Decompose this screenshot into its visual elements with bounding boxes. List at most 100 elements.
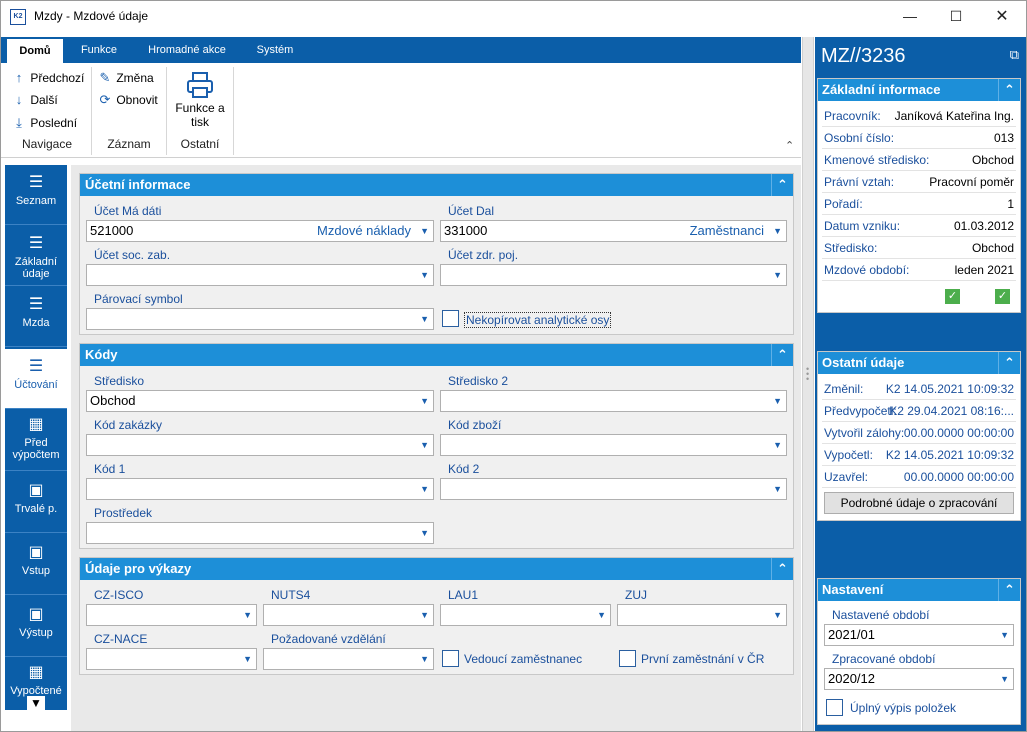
kod2-label: Kód 2 [448,462,480,476]
popout-icon[interactable]: ⧉ [1010,47,1019,63]
vedouci-checkbox[interactable] [442,650,459,667]
tab-funkce[interactable]: Funkce [67,37,131,63]
tab-domu[interactable]: Domů [7,39,63,63]
collapse-icon[interactable]: ⌃ [998,79,1020,101]
processing-details-button[interactable]: Podrobné údaje o zpracování [824,492,1014,514]
dropdown-icon[interactable]: ▼ [420,265,429,285]
refresh-icon: ⟳ [99,92,111,107]
zuj-field[interactable]: ▼ [617,604,787,626]
nav-item-vstup[interactable]: ▣ Vstup [5,535,67,595]
cz-isco-field[interactable]: ▼ [86,604,257,626]
zpracovane-obdobi-field[interactable]: 2020/12 ▼ [824,668,1014,690]
nav-label: Vstup [21,565,51,577]
vzdelani-field[interactable]: ▼ [263,648,434,670]
ucet-dal-field[interactable]: 331000 Zaměstnanci ▼ [440,220,787,242]
info-row: Změnil: K2 14.05.2021 10:09:32 [822,378,1016,400]
uplny-vypis-checkbox[interactable] [826,699,843,716]
nastavene-obdobi-field[interactable]: 2021/01 ▼ [824,624,1014,646]
nav-item-seznam[interactable]: ☰ Seznam [5,165,67,225]
dropdown-icon[interactable]: ▼ [1000,625,1009,645]
arrow-up-icon: ↑ [15,70,23,85]
dropdown-icon[interactable]: ▼ [420,649,429,669]
ucet-dal-value: 331000 [444,223,488,238]
dropdown-icon[interactable]: ▼ [1000,669,1009,689]
dropdown-icon[interactable]: ▼ [420,435,429,455]
stredisko-field[interactable]: Obchod ▼ [86,390,434,412]
stredisko2-field[interactable]: ▼ [440,390,787,412]
dropdown-icon[interactable]: ▼ [773,265,782,285]
nav-item-vystup[interactable]: ▣ Výstup [5,597,67,657]
dropdown-icon[interactable]: ▼ [773,221,782,241]
kod2-field[interactable]: ▼ [440,478,787,500]
dropdown-icon[interactable]: ▼ [773,605,782,625]
dropdown-icon[interactable]: ▼ [420,605,429,625]
maximize-icon[interactable]: ☐ [933,1,979,32]
nav-item-zakladni-udaje[interactable]: ☰ Základní údaje [5,226,67,286]
panel-splitter[interactable]: • • • [802,37,814,731]
kod1-field[interactable]: ▼ [86,478,434,500]
nav-scroll-down-icon[interactable]: ▼ [27,696,45,710]
stredisko-value: Obchod [90,393,136,408]
dropdown-icon[interactable]: ▼ [597,605,606,625]
dropdown-icon[interactable]: ▼ [420,391,429,411]
info-row: Pořadí: 1 [822,193,1016,215]
dropdown-icon[interactable]: ▼ [420,309,429,329]
dropdown-icon[interactable]: ▼ [243,649,252,669]
info-key: Pracovník: [824,109,881,123]
nav-item-trvale-p[interactable]: ▣ Trvalé p. [5,473,67,533]
ucet-zdr-field[interactable]: ▼ [440,264,787,286]
tab-system[interactable]: Systém [243,37,307,63]
splitter-grip-icon: • • • [806,364,810,384]
ucet-ma-dati-field[interactable]: 521000 Mzdové náklady ▼ [86,220,434,242]
last-label: Poslední [30,116,78,130]
nekopirovat-checkbox[interactable] [442,310,459,327]
dropdown-icon[interactable]: ▼ [420,479,429,499]
cz-nace-field[interactable]: ▼ [86,648,257,670]
info-row: Kmenové středisko: Obchod [822,149,1016,171]
refresh-button[interactable]: ⟳ Obnovit [97,90,158,110]
dropdown-icon[interactable]: ▼ [420,221,429,241]
collapse-icon[interactable]: ⌃ [771,344,793,366]
prostredek-field[interactable]: ▼ [86,522,434,544]
lau1-field[interactable]: ▼ [440,604,611,626]
dropdown-icon[interactable]: ▼ [773,391,782,411]
collapse-icon[interactable]: ⌃ [771,174,793,196]
info-row: Osobní číslo: 013 [822,127,1016,149]
ucet-zdr-label: Účet zdr. poj. [448,248,519,262]
prvni-zamestnani-checkbox[interactable] [619,650,636,667]
tab-hromadne-akce[interactable]: Hromadné akce [139,37,235,63]
next-button[interactable]: ↓ Další [11,90,58,110]
collapse-icon[interactable]: ⌃ [998,352,1020,374]
nav-item-uctovani[interactable]: ☰ Účtování [5,349,67,409]
nuts4-field[interactable]: ▼ [263,604,434,626]
kod-zbozi-field[interactable]: ▼ [440,434,787,456]
nav-item-vypoctene[interactable]: ▦ Vypočtené [5,659,67,699]
edit-button[interactable]: ✎ Změna [97,68,154,88]
collapse-icon[interactable]: ⌃ [771,558,793,580]
kod-zakazky-field[interactable]: ▼ [86,434,434,456]
ucet-ma-dati-value: 521000 [90,223,134,238]
previous-button[interactable]: ↑ Předchozí [11,68,85,88]
nav-label-2: údaje [22,268,50,280]
dropdown-icon[interactable]: ▼ [773,479,782,499]
panel-nastaveni: Nastavení ⌃ Nastavené období 2021/01 ▼ Z… [817,578,1021,725]
close-icon[interactable]: ✕ [979,1,1025,32]
ucet-soc-field[interactable]: ▼ [86,264,434,286]
dropdown-icon[interactable]: ▼ [420,523,429,543]
dropdown-icon[interactable]: ▼ [773,435,782,455]
panel-title-text: Základní informace [822,82,941,97]
ribbon-collapse-icon[interactable]: ⌃ [785,139,794,152]
nav-item-mzda[interactable]: ☰ Mzda [5,287,67,347]
collapse-icon[interactable]: ⌃ [998,579,1020,601]
dropdown-icon[interactable]: ▼ [243,605,252,625]
minimize-icon[interactable]: — [887,1,933,32]
prostredek-label: Prostředek [94,506,153,520]
print-button[interactable]: Funkce a tisk [169,67,231,135]
nav-label: Před [24,437,48,449]
info-key: Osobní číslo: [824,131,895,145]
last-button[interactable]: ⤓ Poslední [11,113,77,133]
cz-isco-label: CZ-ISCO [94,588,144,602]
parovaci-field[interactable]: ▼ [86,308,434,330]
info-row: Středisko: Obchod [822,237,1016,259]
nav-item-pred-vypoctem[interactable]: ▦ Před výpočtem [5,411,67,471]
